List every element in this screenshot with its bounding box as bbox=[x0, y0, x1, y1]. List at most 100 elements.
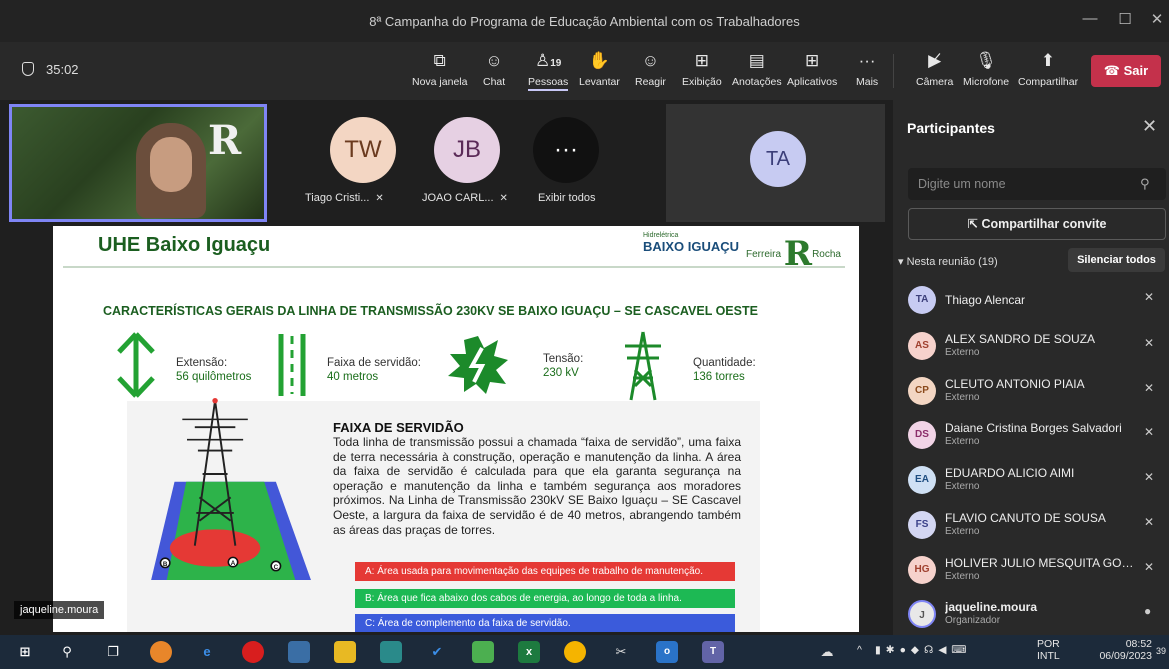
avatar: EA bbox=[908, 466, 936, 494]
mic-off-icon: ✕ bbox=[1144, 470, 1155, 484]
shield-icon bbox=[22, 62, 34, 76]
search-icon[interactable]: ⚲ bbox=[56, 641, 78, 663]
show-all-label[interactable]: Exibir todos bbox=[538, 192, 595, 204]
stat-value: 56 quilômetros bbox=[176, 371, 252, 383]
self-video-tile[interactable]: R bbox=[9, 104, 267, 222]
section-toggle[interactable]: ▾ Nesta reunião (19) bbox=[898, 255, 998, 268]
more-button[interactable]: ··· Mais bbox=[856, 50, 878, 88]
show-all-tile[interactable]: ··· bbox=[533, 117, 599, 183]
avatar-tile-tw[interactable]: TW bbox=[330, 117, 396, 183]
participant-row[interactable]: TA Thiago Alencar ✕ bbox=[893, 280, 1169, 324]
apps-button[interactable]: ⊞ Aplicativos bbox=[787, 50, 837, 88]
participant-row[interactable]: DS Daiane Cristina Borges Salvadori Extern… bbox=[893, 415, 1169, 459]
chat-icon: ☺ bbox=[485, 51, 503, 70]
participant-tile-ta[interactable]: TA bbox=[666, 104, 885, 222]
participant-row[interactable]: FS FLAVIO CANUTO DE SOUSA Externo ✕ bbox=[893, 505, 1169, 549]
close-icon[interactable]: ✕ bbox=[1142, 116, 1157, 137]
new-window-button[interactable]: ⧉ Nova janela bbox=[412, 50, 467, 88]
app-green-icon[interactable] bbox=[472, 641, 494, 663]
legend-c: C: Área de complemento da faixa de servi… bbox=[355, 614, 735, 632]
stat-value: 136 torres bbox=[693, 371, 745, 383]
ferreira-rocha-logo: Ferreira RRocha bbox=[746, 234, 841, 274]
minimize-icon[interactable]: — bbox=[1075, 10, 1105, 32]
people-icon: ♙19 bbox=[534, 51, 562, 70]
raise-hand-button[interactable]: ✋ Levantar bbox=[579, 50, 620, 88]
participant-row[interactable]: HG HOLIVER JULIO MESQUITA GON... Externo ✕ bbox=[893, 550, 1169, 594]
view-icon: ⊞ bbox=[694, 51, 709, 70]
windows-start-icon[interactable]: ⊞ bbox=[14, 641, 36, 663]
app-icon[interactable] bbox=[380, 641, 402, 663]
people-button[interactable]: ♙19 Pessoas bbox=[528, 50, 569, 91]
share-invite-button[interactable]: ⇱ Compartilhar convite bbox=[908, 208, 1166, 240]
r-logo-mark: R bbox=[783, 234, 813, 274]
section-label: Nesta reunião (19) bbox=[906, 256, 998, 268]
edge-icon[interactable]: e bbox=[196, 641, 218, 663]
leave-button[interactable]: ☎ Sair bbox=[1091, 55, 1161, 87]
clock[interactable]: 08:52 06/09/2023 bbox=[1070, 638, 1152, 662]
maximize-icon[interactable]: ☐ bbox=[1110, 10, 1140, 32]
teams-icon[interactable]: T bbox=[702, 641, 724, 663]
toolbar-divider bbox=[893, 54, 894, 88]
participant-name: Daiane Cristina Borges Salvadori bbox=[945, 421, 1122, 435]
opera-icon[interactable] bbox=[242, 641, 264, 663]
apps-label: Aplicativos bbox=[787, 76, 838, 88]
view-button[interactable]: ⊞ Exibição bbox=[682, 50, 722, 88]
stat-label: Quantidade: bbox=[693, 357, 756, 369]
participants-panel: Participantes ✕ ⚲ ⇱ Compartilhar convite… bbox=[893, 100, 1169, 635]
clock-time: 08:52 bbox=[1125, 638, 1152, 650]
avatar-initials: TA bbox=[765, 148, 791, 170]
snip-icon[interactable]: ✂ bbox=[610, 641, 632, 663]
cloud-icon[interactable]: ☁ bbox=[816, 641, 838, 663]
participant-name: ALEX SANDRO DE SOUZA bbox=[945, 332, 1096, 346]
chrome-icon[interactable] bbox=[564, 641, 586, 663]
store-icon[interactable] bbox=[288, 641, 310, 663]
participant-row[interactable]: EA EDUARDO ALICIO AIMI Externo ✕ bbox=[893, 460, 1169, 504]
excel-icon[interactable]: x bbox=[518, 641, 540, 663]
apps-icon: ⊞ bbox=[804, 51, 820, 70]
more-icon: ··· bbox=[554, 136, 578, 163]
tray-chevron-icon[interactable]: ^ bbox=[857, 644, 862, 656]
participant-role: Externo bbox=[945, 526, 980, 537]
camera-button[interactable]: ▶̸ Câmera bbox=[916, 50, 953, 88]
notes-button[interactable]: ▤ Anotações bbox=[732, 50, 782, 88]
stat-label: Tensão: bbox=[543, 353, 584, 365]
chat-button[interactable]: ☺ Chat bbox=[483, 50, 505, 88]
timer-text: 35:02 bbox=[46, 62, 79, 77]
right-of-way-diagram: A B C bbox=[151, 397, 311, 580]
mic-off-icon: ✕ bbox=[1144, 425, 1155, 439]
participant-search-input[interactable] bbox=[908, 168, 1166, 200]
stat-extensao: Extensão: 56 quilômetros bbox=[176, 356, 251, 384]
task-view-icon[interactable]: ❐ bbox=[102, 641, 124, 663]
lane-icon bbox=[278, 334, 306, 396]
legend-a: A: Área usada para movimentação das equi… bbox=[355, 562, 735, 581]
stat-faixa: Faixa de servidão: 40 metros bbox=[327, 356, 421, 384]
participant-row[interactable]: CP CLEUTO ANTONIO PIAIA Externo ✕ bbox=[893, 371, 1169, 415]
firefox-icon[interactable] bbox=[150, 641, 172, 663]
video-person-face bbox=[150, 137, 192, 192]
participant-row[interactable]: Jjaqueline.moura Organizador ● bbox=[893, 594, 1169, 638]
microphone-label: Microfone bbox=[963, 76, 1010, 88]
todo-icon[interactable]: ✔ bbox=[426, 641, 448, 663]
mic-off-icon: 🎙 bbox=[975, 51, 997, 70]
raise-hand-label: Levantar bbox=[579, 76, 620, 88]
microphone-button[interactable]: 🎙 Microfone bbox=[963, 50, 1009, 88]
file-explorer-icon[interactable] bbox=[334, 641, 356, 663]
close-icon[interactable]: ✕ bbox=[1142, 10, 1169, 32]
participant-row[interactable]: AS ALEX SANDRO DE SOUZA Externo ✕ bbox=[893, 326, 1169, 370]
search-icon[interactable]: ⚲ bbox=[1140, 176, 1150, 192]
react-button[interactable]: ☺ Reagir bbox=[635, 50, 666, 88]
avatar-tile-jb[interactable]: JB bbox=[434, 117, 500, 183]
share-button[interactable]: ⬆ Compartilhar bbox=[1018, 50, 1078, 88]
participant-name: FLAVIO CANUTO DE SOUSA bbox=[945, 511, 1106, 525]
react-icon: ☺ bbox=[641, 51, 660, 70]
mic-off-icon: ✕ bbox=[375, 193, 384, 204]
tray-icons[interactable]: ▮✱●◆☊◀⌨ bbox=[875, 644, 972, 656]
presenter-name-tag: jaqueline.moura bbox=[14, 601, 105, 619]
chevron-down-icon: ▾ bbox=[898, 256, 907, 268]
mute-all-button[interactable]: Silenciar todos bbox=[1068, 248, 1165, 272]
avatar-ta: TA bbox=[750, 131, 806, 187]
outlook-icon[interactable]: o bbox=[656, 641, 678, 663]
language-indicator[interactable]: POR INTL bbox=[1037, 638, 1060, 662]
notification-badge[interactable]: 39 bbox=[1156, 646, 1166, 656]
voltage-icon bbox=[448, 336, 508, 394]
